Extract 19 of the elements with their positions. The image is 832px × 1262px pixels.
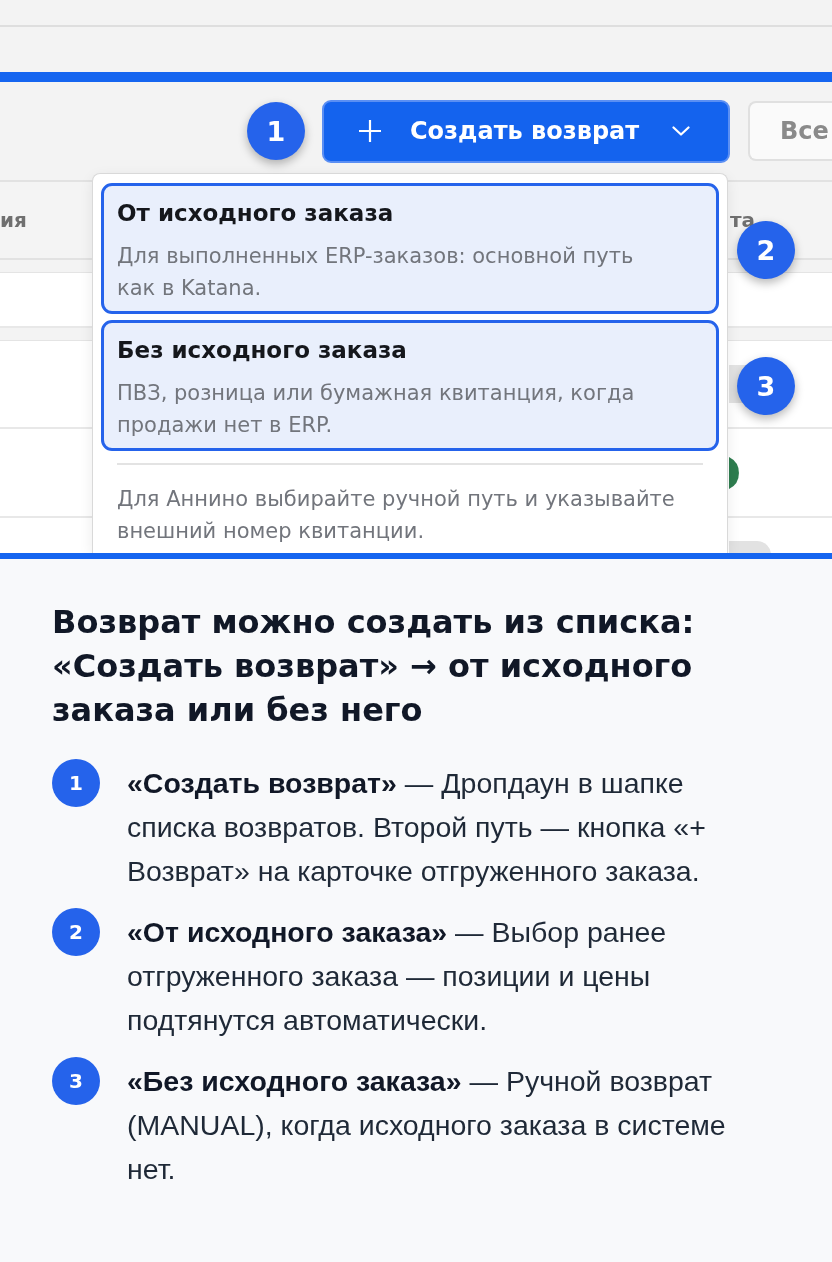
dropdown-option[interactable]: Без исходного заказа ПВЗ, розница или бумажная квитанция, когда продажи нет в ERP.	[101, 320, 719, 451]
option-description: Для выполненных ERP-заказов: основной путь как в Katana.	[117, 243, 635, 302]
option-title: От исходного заказа	[117, 199, 395, 228]
step-description: «От исходного заказа» — Выбор ранее отгруженного заказа — позиции и цены подтянутся автоматически.	[127, 915, 668, 1038]
callout-badge: 1	[247, 102, 305, 160]
option-description: ПВЗ, розница или бумажная квитанция, когда продажи нет в ERP.	[117, 380, 636, 439]
step-description: «Создать возврат» — Дропдаун в шапке списка возвратов. Второй путь — кнопка «+ Возврат» на карточке отгруженного заказа.	[127, 766, 707, 889]
dropdown-option[interactable]: От исходного заказа Для выполненных ERP-заказов: основной путь как в Katana.	[101, 183, 719, 314]
create-return-button[interactable]: Создать возврат	[322, 99, 730, 163]
option-title: Без исходного заказа	[117, 336, 408, 365]
plus-icon	[358, 119, 382, 143]
step-number-badge: 1	[52, 759, 100, 807]
step-number-badge: 3	[52, 1057, 100, 1105]
step-description: «Без исходного заказа» — Ручной возврат (MANUAL), когда исходного заказа в системе нет.	[127, 1064, 727, 1187]
chevron-down-icon	[672, 126, 690, 136]
dropdown-note: Для Аннино выбирайте ручной путь и указывайте внешний номер квитанции.	[116, 486, 676, 545]
column-header: ия	[0, 208, 27, 232]
explanation-heading: Возврат можно создать из списка: «Создать возврат» → от исходного заказа или без него	[52, 602, 696, 731]
step-number-badge: 2	[52, 908, 100, 956]
